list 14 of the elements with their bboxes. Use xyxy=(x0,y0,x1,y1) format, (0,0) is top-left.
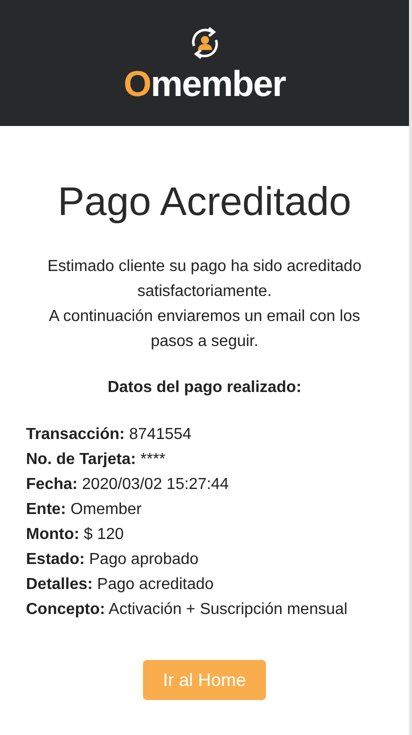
page-title: Pago Acreditado xyxy=(56,182,352,222)
message-text: A continuación enviaremos un email con los pasos a seguir. xyxy=(48,307,362,352)
detail-line: Detalles: Pago acreditado xyxy=(26,575,215,595)
home-button[interactable]: Ir al Home xyxy=(143,660,266,700)
detail-line: Transacción: 8741554 xyxy=(26,425,192,445)
detail-line: Ente: Omember xyxy=(26,500,143,520)
detail-line: Concepto: Activación + Suscripción mensual xyxy=(26,600,348,620)
detail-line: Estado: Pago aprobado xyxy=(26,550,200,570)
detail-line: No. de Tarjeta: **** xyxy=(26,450,166,470)
details-heading: Datos del pago realizado: xyxy=(106,378,302,398)
logo-text: Omember xyxy=(124,66,286,102)
message-text: Estimado cliente su pago ha sido acreditado satisfactoriamente. xyxy=(46,257,362,302)
detail-line: Fecha: 2020/03/02 15:27:44 xyxy=(26,475,230,495)
detail-line: Monto: $ 120 xyxy=(26,525,125,545)
